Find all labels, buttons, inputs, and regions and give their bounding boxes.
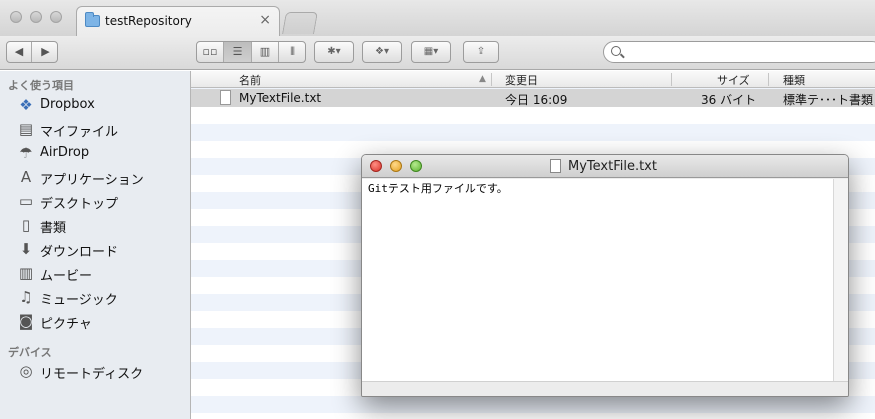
- column-kind-header[interactable]: 種類: [783, 72, 805, 88]
- sidebar-item-my-files[interactable]: ▤ マイファイル: [0, 117, 190, 141]
- documents-icon: ▯: [21, 216, 31, 234]
- sidebar-item-applications[interactable]: A アプリケーション: [0, 165, 190, 189]
- sidebar-item-label: ダウンロード: [40, 245, 119, 260]
- search-input[interactable]: [603, 41, 875, 63]
- close-tab-icon[interactable]: ×: [259, 12, 271, 28]
- column-name-header[interactable]: 名前: [239, 72, 261, 88]
- pictures-icon: ◙: [18, 312, 34, 330]
- movies-icon: ▥: [18, 264, 34, 282]
- sidebar-item-label: ムービー: [40, 269, 93, 284]
- dropbox-menu-button[interactable]: ❖▾: [362, 41, 402, 63]
- share-icon: ⇪: [476, 46, 486, 57]
- sidebar-item-downloads[interactable]: ⬇ ダウンロード: [0, 237, 190, 261]
- sidebar-item-label: マイファイル: [40, 125, 119, 140]
- document-content: Gitテスト用ファイルです。: [368, 182, 508, 195]
- share-button[interactable]: ⇪: [463, 41, 499, 63]
- column-divider[interactable]: [491, 73, 492, 86]
- favorites-heading: よく使う項目: [8, 79, 74, 92]
- sidebar-item-remote-disc[interactable]: ◎ リモートディスク: [0, 359, 190, 383]
- arrange-button[interactable]: ▦▾: [411, 41, 451, 63]
- view-mode-control: ▫▫ ☰ ▥ ⦀: [196, 41, 306, 63]
- list-view-icon[interactable]: ☰: [224, 42, 252, 62]
- document-icon: [550, 159, 561, 173]
- applications-icon: A: [20, 168, 32, 186]
- file-size: 36 バイト: [701, 93, 757, 107]
- remote-disc-icon: ◎: [19, 362, 33, 380]
- sidebar-item-pictures[interactable]: ◙ ピクチャ: [0, 309, 190, 333]
- gear-icon: ✱▾: [327, 46, 341, 57]
- back-forward-control: ◀ ▶: [6, 41, 58, 63]
- zoom-window-button[interactable]: [410, 160, 422, 172]
- sidebar-item-music[interactable]: ♫ ミュージック: [0, 285, 190, 309]
- sort-ascending-icon: ▲: [479, 74, 486, 84]
- file-modified: 今日 16:09: [505, 93, 568, 107]
- all-my-files-icon: ▤: [18, 120, 34, 138]
- text-document-window: MyTextFile.txt Gitテスト用ファイルです。: [361, 154, 849, 397]
- column-view-icon[interactable]: ▥: [252, 42, 279, 62]
- close-window-button[interactable]: [370, 160, 382, 172]
- sidebar-item-airdrop[interactable]: ☂ AirDrop: [0, 141, 190, 165]
- sidebar-item-label: AirDrop: [40, 145, 90, 160]
- sidebar-item-label: デスクトップ: [40, 197, 119, 212]
- sidebar-item-label: ミュージック: [40, 293, 118, 308]
- sidebar: よく使う項目 ❖ Dropbox ▤ マイファイル ☂ AirDrop A アプ…: [0, 71, 191, 419]
- minimize-window-button[interactable]: [390, 160, 402, 172]
- sidebar-item-label: ピクチャ: [40, 317, 92, 332]
- column-header: 名前 ▲ 変更日 サイズ 種類: [191, 71, 875, 88]
- sidebar-item-dropbox[interactable]: ❖ Dropbox: [0, 93, 190, 117]
- file-kind: 標準テ･･･ト書類: [783, 93, 874, 107]
- folder-icon: [85, 12, 100, 27]
- table-row[interactable]: MyTextFile.txt 今日 16:09 36 バイト 標準テ･･･ト書類: [191, 89, 875, 107]
- window-title-bar[interactable]: MyTextFile.txt: [362, 155, 848, 178]
- desktop-icon: ▭: [18, 192, 34, 210]
- vertical-scrollbar[interactable]: [833, 179, 848, 383]
- coverflow-view-icon[interactable]: ⦀: [279, 42, 306, 62]
- sidebar-item-desktop[interactable]: ▭ デスクトップ: [0, 189, 190, 213]
- devices-heading: デバイス: [8, 346, 52, 359]
- sidebar-item-label: Dropbox: [40, 97, 95, 112]
- zoom-window-button[interactable]: [50, 11, 62, 23]
- arrange-icon: ▦▾: [423, 46, 439, 57]
- minimize-window-button[interactable]: [30, 11, 42, 23]
- column-modified-header[interactable]: 変更日: [505, 72, 538, 88]
- column-divider[interactable]: [768, 73, 769, 86]
- new-tab-button[interactable]: [282, 12, 318, 34]
- tab-testrepository[interactable]: testRepository ×: [76, 6, 280, 36]
- back-button[interactable]: ◀: [7, 42, 32, 62]
- airdrop-icon: ☂: [19, 144, 33, 162]
- music-icon: ♫: [19, 288, 33, 306]
- icon-view-icon[interactable]: ▫▫: [197, 42, 224, 62]
- downloads-icon: ⬇: [19, 240, 33, 258]
- sidebar-item-movies[interactable]: ▥ ムービー: [0, 261, 190, 285]
- sidebar-item-label: 書類: [40, 221, 67, 236]
- tab-bar: testRepository ×: [0, 0, 875, 36]
- file-name: MyTextFile.txt: [239, 91, 322, 105]
- forward-button[interactable]: ▶: [33, 42, 58, 62]
- text-editor-area[interactable]: Gitテスト用ファイルです。: [362, 179, 834, 383]
- close-window-button[interactable]: [10, 11, 22, 23]
- sidebar-item-documents[interactable]: ▯ 書類: [0, 213, 190, 237]
- action-gear-button[interactable]: ✱▾: [314, 41, 354, 63]
- tab-title: testRepository: [105, 14, 192, 28]
- column-size-header[interactable]: サイズ: [717, 72, 750, 88]
- text-file-icon: [220, 90, 231, 105]
- search-icon: [611, 46, 621, 56]
- column-divider[interactable]: [671, 73, 672, 86]
- sidebar-item-label: リモートディスク: [40, 367, 144, 382]
- horizontal-scrollbar[interactable]: [362, 381, 848, 396]
- dropbox-icon: ❖▾: [375, 46, 389, 57]
- sidebar-item-label: アプリケーション: [40, 173, 144, 188]
- dropbox-icon: ❖: [19, 96, 33, 114]
- window-title: MyTextFile.txt: [568, 159, 657, 174]
